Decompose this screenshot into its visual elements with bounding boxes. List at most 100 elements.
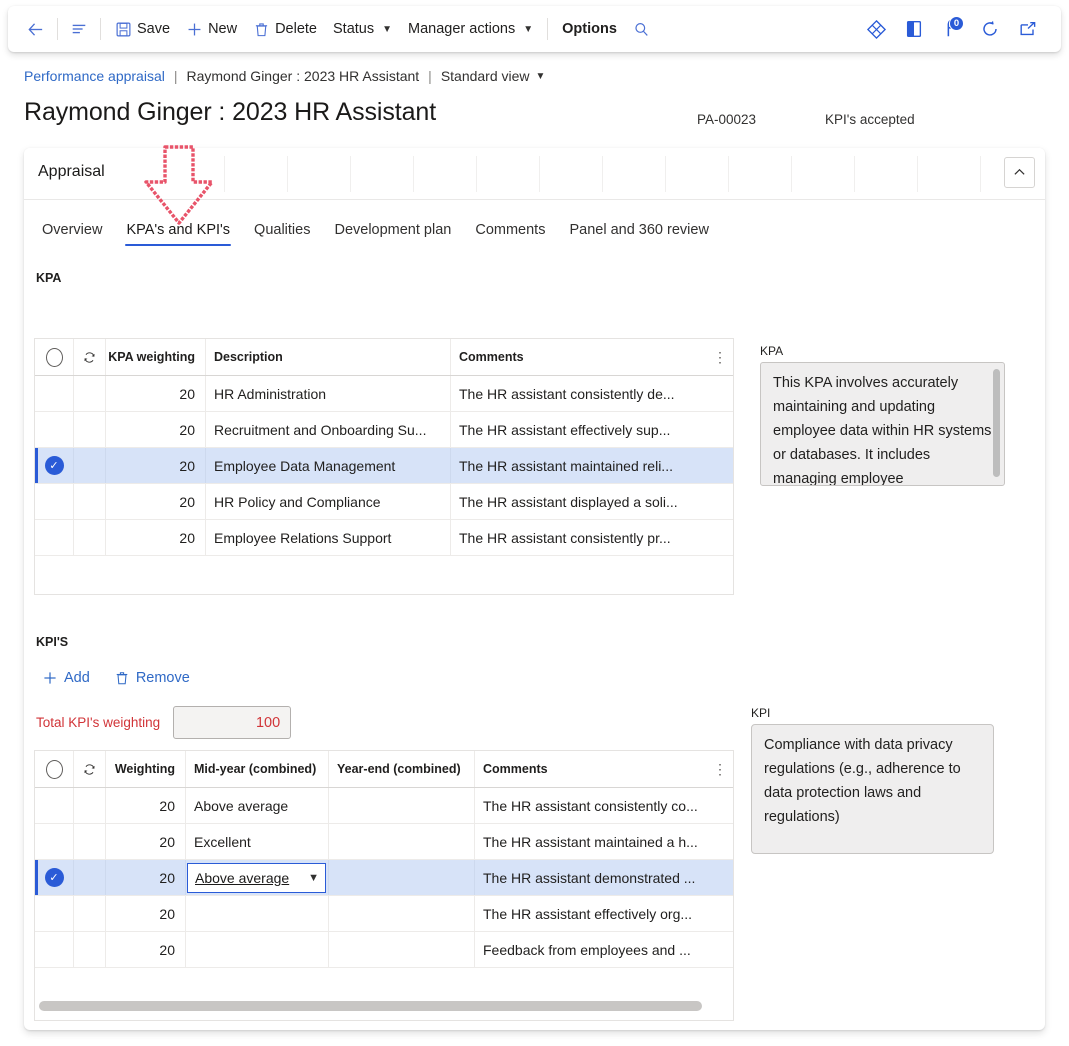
new-button[interactable]: New xyxy=(178,13,245,45)
row-select-checkbox[interactable] xyxy=(35,412,73,447)
kpa-comments-cell[interactable]: The HR assistant maintained reli... xyxy=(450,448,707,483)
kpi-weighting-cell[interactable]: 20 xyxy=(105,788,185,823)
kpi-weighting-cell[interactable]: 20 xyxy=(105,932,185,967)
kpi-weighting-cell[interactable]: 20 xyxy=(105,824,185,859)
kpa-weighting-cell[interactable]: 20 xyxy=(105,448,205,483)
kpi-midyear-cell[interactable]: Excellent xyxy=(185,824,328,859)
total-kpi-weighting-value[interactable]: 100 xyxy=(173,706,292,739)
table-row[interactable]: 20 HR Policy and Compliance The HR assis… xyxy=(35,484,733,520)
kpi-midyear-cell[interactable] xyxy=(185,932,328,967)
refresh-column-header[interactable] xyxy=(73,339,105,375)
kpi-grid-horizontal-scrollbar[interactable] xyxy=(35,998,733,1014)
kpi-col-midyear[interactable]: Mid-year (combined) xyxy=(185,751,328,787)
kpi-col-weighting[interactable]: Weighting xyxy=(105,751,185,787)
select-all-checkbox[interactable] xyxy=(35,751,73,787)
remove-kpi-button[interactable]: Remove xyxy=(110,667,194,689)
midyear-dropdown[interactable]: Above average ▼ xyxy=(187,862,326,893)
kpa-weighting-cell[interactable]: 20 xyxy=(105,412,205,447)
kpi-yearend-cell[interactable] xyxy=(328,788,474,823)
tab-comments[interactable]: Comments xyxy=(463,222,557,247)
kpa-col-description[interactable]: Description xyxy=(205,339,450,375)
row-select-checkbox[interactable] xyxy=(35,932,73,967)
kpa-comments-cell[interactable]: The HR assistant consistently pr... xyxy=(450,520,707,555)
add-kpi-button[interactable]: Add xyxy=(38,667,94,689)
kpi-yearend-cell[interactable] xyxy=(328,824,474,859)
table-row-selected[interactable]: ✓ 20 Above average ▼ The HR assistant de… xyxy=(35,860,733,896)
row-select-checkbox[interactable] xyxy=(35,484,73,519)
manager-actions-menu-button[interactable]: Manager actions ▼ xyxy=(400,13,541,45)
row-select-checkbox[interactable] xyxy=(35,376,73,411)
tab-qualities[interactable]: Qualities xyxy=(242,222,322,247)
table-row[interactable]: 20 Recruitment and Onboarding Su... The … xyxy=(35,412,733,448)
kpa-description-cell[interactable]: HR Policy and Compliance xyxy=(205,484,450,519)
kpi-comments-cell[interactable]: Feedback from employees and ... xyxy=(474,932,707,967)
kpa-weighting-cell[interactable]: 20 xyxy=(105,520,205,555)
collapse-panel-button[interactable] xyxy=(1004,157,1035,188)
kpi-comments-cell[interactable]: The HR assistant consistently co... xyxy=(474,788,707,823)
kpi-yearend-cell[interactable] xyxy=(328,932,474,967)
kpa-comments-cell[interactable]: The HR assistant displayed a soli... xyxy=(450,484,707,519)
kpi-comments-cell[interactable]: The HR assistant maintained a h... xyxy=(474,824,707,859)
table-row[interactable]: 20 Excellent The HR assistant maintained… xyxy=(35,824,733,860)
kpa-comments-cell[interactable]: The HR assistant consistently de... xyxy=(450,376,707,411)
row-select-checkbox[interactable] xyxy=(35,520,73,555)
kpa-description-cell[interactable]: HR Administration xyxy=(205,376,450,411)
row-select-checkbox[interactable]: ✓ xyxy=(35,860,73,895)
kpi-weighting-cell[interactable]: 20 xyxy=(105,860,185,895)
row-select-checkbox[interactable]: ✓ xyxy=(35,448,73,483)
row-select-checkbox[interactable] xyxy=(35,896,73,931)
diamond-icon[interactable] xyxy=(859,13,893,45)
kpi-yearend-cell[interactable] xyxy=(328,896,474,931)
kpa-info-textbox[interactable]: This KPA involves accurately maintaining… xyxy=(760,362,1005,486)
delete-button[interactable]: Delete xyxy=(245,13,325,45)
table-row[interactable]: 20 Employee Relations Support The HR ass… xyxy=(35,520,733,556)
kpi-midyear-cell[interactable]: Above average xyxy=(185,788,328,823)
table-row[interactable]: 20 The HR assistant effectively org... xyxy=(35,896,733,932)
kpa-description-cell[interactable]: Recruitment and Onboarding Su... xyxy=(205,412,450,447)
kpi-grid-options-icon[interactable]: ⋮ xyxy=(707,751,733,787)
save-button[interactable]: Save xyxy=(107,13,178,45)
kpi-comments-cell[interactable]: The HR assistant effectively org... xyxy=(474,896,707,931)
tab-development-plan[interactable]: Development plan xyxy=(322,222,463,247)
kpi-midyear-cell[interactable]: Above average ▼ xyxy=(185,860,328,895)
view-selector[interactable]: Standard view ▼ xyxy=(441,68,546,84)
row-select-checkbox[interactable] xyxy=(35,788,73,823)
kpi-col-yearend[interactable]: Year-end (combined) xyxy=(328,751,474,787)
breadcrumb-module-link[interactable]: Performance appraisal xyxy=(24,68,165,84)
office-icon[interactable] xyxy=(897,13,931,45)
kpa-description-cell[interactable]: Employee Data Management xyxy=(205,448,450,483)
scrollbar-thumb[interactable] xyxy=(39,1001,702,1011)
notifications-icon[interactable]: 0 xyxy=(935,13,969,45)
tab-overview[interactable]: Overview xyxy=(30,222,114,247)
row-select-checkbox[interactable] xyxy=(35,824,73,859)
kpi-info-textbox[interactable]: Compliance with data privacy regulations… xyxy=(751,724,994,854)
open-in-new-icon[interactable] xyxy=(1011,13,1045,45)
kpa-grid-options-icon[interactable]: ⋮ xyxy=(707,339,733,375)
chevron-down-icon[interactable]: ▼ xyxy=(308,872,319,884)
kpa-col-comments[interactable]: Comments xyxy=(450,339,707,375)
table-row[interactable]: 20 Above average The HR assistant consis… xyxy=(35,788,733,824)
kpa-comments-cell[interactable]: The HR assistant effectively sup... xyxy=(450,412,707,447)
vertical-scrollbar[interactable] xyxy=(993,369,1000,477)
show-list-button[interactable] xyxy=(64,13,94,45)
kpi-yearend-cell[interactable] xyxy=(328,860,474,895)
kpa-weighting-cell[interactable]: 20 xyxy=(105,484,205,519)
kpa-col-weighting[interactable]: KPA weighting xyxy=(105,339,205,375)
kpi-midyear-cell[interactable] xyxy=(185,896,328,931)
kpi-col-comments[interactable]: Comments xyxy=(474,751,707,787)
refresh-column-header[interactable] xyxy=(73,751,105,787)
back-button[interactable] xyxy=(20,13,51,45)
kpi-comments-cell[interactable]: The HR assistant demonstrated ... xyxy=(474,860,707,895)
tab-panel-and-360-review[interactable]: Panel and 360 review xyxy=(557,222,720,247)
select-all-checkbox[interactable] xyxy=(35,339,73,375)
kpa-weighting-cell[interactable]: 20 xyxy=(105,376,205,411)
kpi-weighting-cell[interactable]: 20 xyxy=(105,896,185,931)
table-row-selected[interactable]: ✓ 20 Employee Data Management The HR ass… xyxy=(35,448,733,484)
kpa-description-cell[interactable]: Employee Relations Support xyxy=(205,520,450,555)
tab-kpas-and-kpis[interactable]: KPA's and KPI's xyxy=(114,222,242,247)
search-button[interactable] xyxy=(625,13,658,45)
options-button[interactable]: Options xyxy=(554,13,625,45)
table-row[interactable]: 20 Feedback from employees and ... xyxy=(35,932,733,968)
table-row[interactable]: 20 HR Administration The HR assistant co… xyxy=(35,376,733,412)
status-menu-button[interactable]: Status ▼ xyxy=(325,13,400,45)
